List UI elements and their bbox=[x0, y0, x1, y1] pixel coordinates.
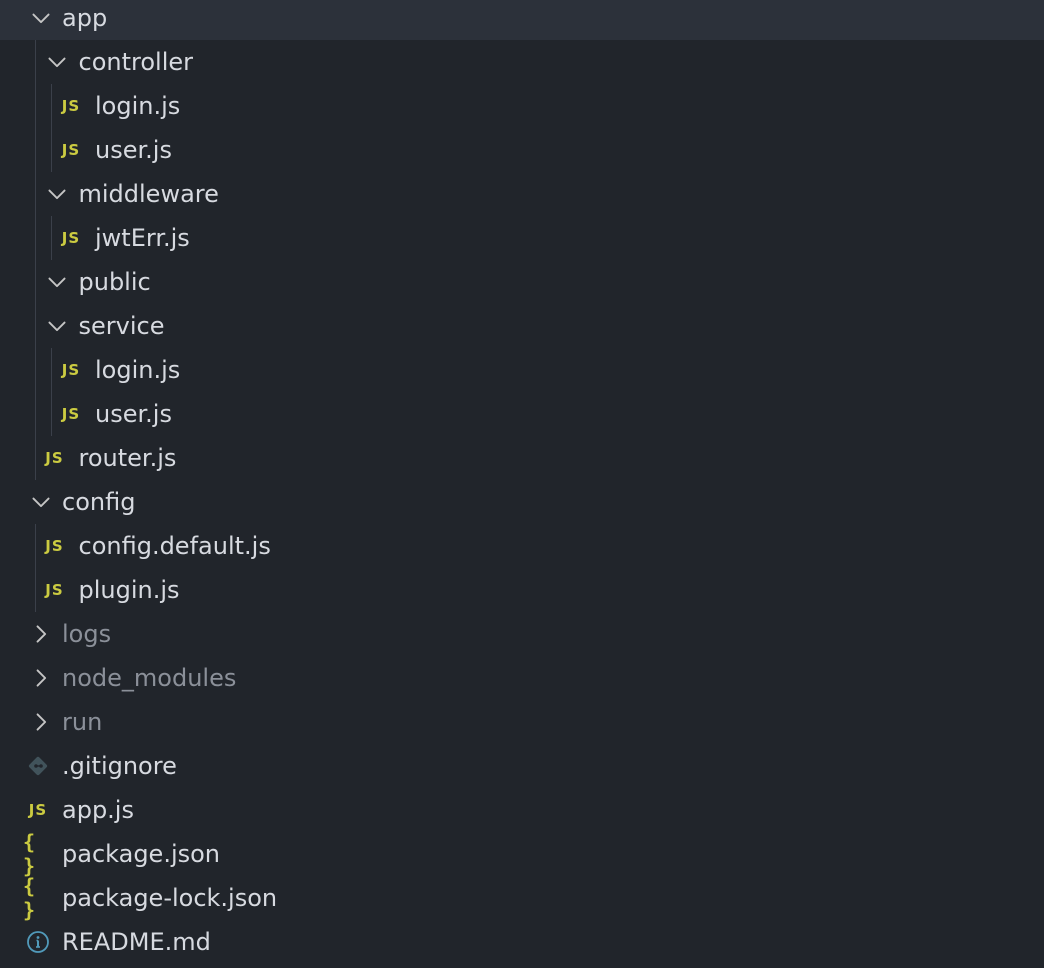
indent-guide bbox=[34, 40, 36, 480]
file-label: user.js bbox=[95, 136, 172, 164]
file-row-config-default-js[interactable]: JS config.default.js bbox=[0, 524, 1044, 568]
folder-label: run bbox=[62, 708, 103, 736]
js-file-icon: JS bbox=[56, 348, 86, 392]
folder-row-controller[interactable]: controller bbox=[0, 40, 1044, 84]
chevron-down-icon[interactable] bbox=[42, 260, 72, 304]
file-label: .gitignore bbox=[62, 752, 177, 780]
file-row-plugin-js[interactable]: JS plugin.js bbox=[0, 568, 1044, 612]
chevron-down-icon[interactable] bbox=[26, 480, 56, 524]
indent-guide bbox=[34, 524, 36, 612]
folder-label: service bbox=[78, 312, 165, 340]
file-row-login-js[interactable]: JS login.js bbox=[0, 348, 1044, 392]
chevron-right-icon[interactable] bbox=[26, 656, 56, 700]
folder-label: logs bbox=[62, 620, 112, 648]
file-label: app.js bbox=[62, 796, 134, 824]
file-label: config.default.js bbox=[78, 532, 271, 560]
file-label: login.js bbox=[95, 92, 181, 120]
js-icon-text: JS bbox=[45, 581, 64, 599]
file-label: plugin.js bbox=[78, 576, 180, 604]
file-row-package-lock-json[interactable]: { } package-lock.json bbox=[0, 874, 1044, 922]
js-icon-text: JS bbox=[45, 537, 64, 555]
folder-label: public bbox=[78, 268, 151, 296]
file-label: README.md bbox=[62, 928, 211, 956]
folder-label: controller bbox=[78, 48, 194, 76]
json-icon-text: { } bbox=[23, 830, 38, 878]
file-label: login.js bbox=[95, 356, 181, 384]
file-row-package-json[interactable]: { } package.json bbox=[0, 830, 1044, 878]
js-file-icon: JS bbox=[23, 788, 53, 832]
folder-label: config bbox=[62, 488, 136, 516]
folder-row-logs[interactable]: logs bbox=[0, 612, 1044, 656]
indent-guide bbox=[51, 84, 52, 172]
git-file-icon bbox=[23, 744, 53, 788]
file-row-user-js[interactable]: JS user.js bbox=[0, 392, 1044, 436]
folder-label: node_modules bbox=[62, 664, 237, 692]
chevron-down-icon[interactable] bbox=[26, 0, 56, 40]
file-row-login-js[interactable]: JS login.js bbox=[0, 84, 1044, 128]
js-file-icon: JS bbox=[40, 524, 70, 568]
js-file-icon: JS bbox=[40, 436, 70, 480]
js-file-icon: JS bbox=[40, 568, 70, 612]
folder-label: app bbox=[62, 4, 108, 32]
chevron-right-icon[interactable] bbox=[26, 612, 56, 656]
json-icon-text: { } bbox=[23, 874, 38, 922]
js-file-icon: JS bbox=[56, 128, 86, 172]
folder-row-app[interactable]: app bbox=[0, 0, 1044, 40]
js-icon-text: JS bbox=[61, 141, 81, 159]
chevron-down-icon[interactable] bbox=[42, 40, 72, 84]
js-icon-text: JS bbox=[28, 801, 48, 819]
folder-row-service[interactable]: service bbox=[0, 304, 1044, 348]
file-label: user.js bbox=[95, 400, 172, 428]
info-file-icon bbox=[23, 920, 53, 964]
indent-guide bbox=[51, 216, 52, 260]
js-file-icon: JS bbox=[56, 216, 86, 260]
folder-row-run[interactable]: run bbox=[0, 700, 1044, 744]
folder-row-middleware[interactable]: middleware bbox=[0, 172, 1044, 216]
chevron-down-icon[interactable] bbox=[42, 172, 72, 216]
file-row-jwterr-js[interactable]: JS jwtErr.js bbox=[0, 216, 1044, 260]
js-icon-text: JS bbox=[61, 405, 81, 423]
json-file-icon: { } bbox=[23, 830, 53, 878]
file-row-app-js[interactable]: JS app.js bbox=[0, 788, 1044, 832]
js-icon-text: JS bbox=[61, 229, 81, 247]
file-explorer-tree: app controller JS login.js JS user.js middlewa… bbox=[0, 0, 1044, 968]
folder-row-public[interactable]: public bbox=[0, 260, 1044, 304]
folder-label: middleware bbox=[78, 180, 219, 208]
file-row-router-js[interactable]: JS router.js bbox=[0, 436, 1044, 480]
file-row-gitignore[interactable]: .gitignore bbox=[0, 744, 1044, 788]
json-file-icon: { } bbox=[23, 874, 53, 922]
file-row-user-js[interactable]: JS user.js bbox=[0, 128, 1044, 172]
js-icon-text: JS bbox=[61, 97, 81, 115]
file-label: package-lock.json bbox=[62, 884, 278, 912]
js-icon-text: JS bbox=[61, 361, 81, 379]
folder-row-config[interactable]: config bbox=[0, 480, 1044, 524]
chevron-down-icon[interactable] bbox=[42, 304, 72, 348]
chevron-right-icon[interactable] bbox=[26, 700, 56, 744]
file-label: router.js bbox=[78, 444, 177, 472]
js-file-icon: JS bbox=[56, 84, 86, 128]
file-label: jwtErr.js bbox=[95, 224, 190, 252]
js-icon-text: JS bbox=[45, 449, 64, 467]
file-row-readme-md[interactable]: README.md bbox=[0, 920, 1044, 964]
file-label: package.json bbox=[62, 840, 221, 868]
folder-row-node-modules[interactable]: node_modules bbox=[0, 656, 1044, 700]
js-file-icon: JS bbox=[56, 392, 86, 436]
indent-guide bbox=[51, 348, 52, 436]
